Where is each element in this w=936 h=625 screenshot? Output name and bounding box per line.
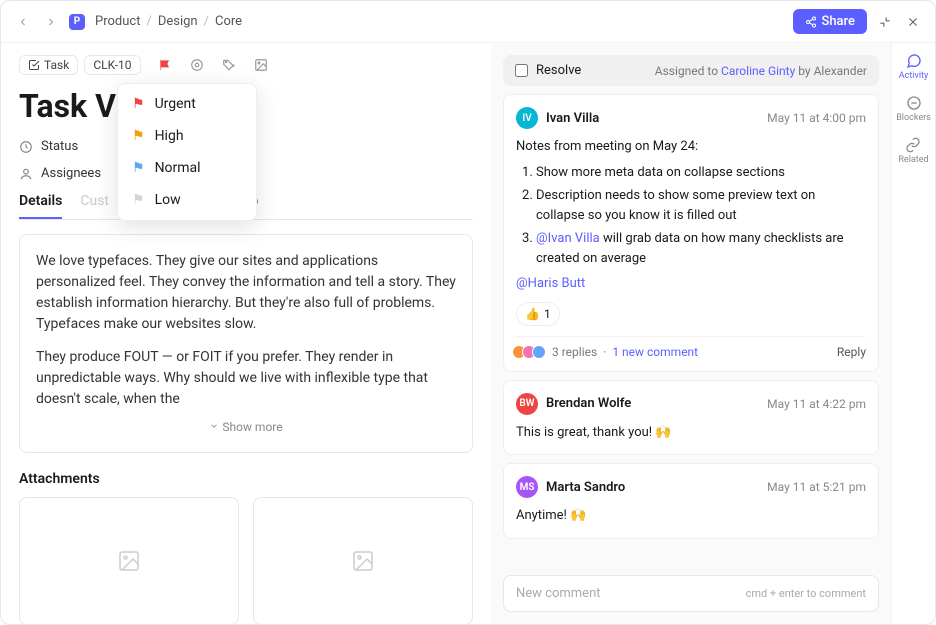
rail-activity[interactable]: Activity	[899, 53, 928, 81]
attachment-placeholder[interactable]	[19, 497, 239, 624]
reply-button[interactable]: Reply	[837, 345, 866, 359]
link-icon	[905, 137, 921, 153]
assignee-link[interactable]: Caroline Ginty	[721, 64, 795, 78]
comment-author[interactable]: Ivan Villa	[546, 111, 599, 126]
flag-icon: ⚑	[132, 128, 145, 144]
attachment-placeholder[interactable]	[253, 497, 473, 624]
comment-body: This is great, thank you! 🙌	[516, 423, 866, 443]
person-icon	[19, 167, 33, 181]
attachments-heading: Attachments	[19, 471, 473, 487]
flag-icon: ⚑	[132, 96, 145, 112]
task-id-chip[interactable]: CLK-10	[84, 55, 140, 75]
comment-card: MS Marta Sandro May 11 at 5:21 pm Anytim…	[503, 463, 879, 539]
keyboard-hint: cmd + enter to comment	[746, 587, 866, 600]
priority-dropdown: ⚑Urgent ⚑High ⚑Normal ⚑Low	[117, 83, 257, 221]
avatar: BW	[516, 393, 538, 415]
comment-time: May 11 at 4:00 pm	[767, 111, 866, 125]
task-toolbar: Task CLK-10	[19, 55, 473, 75]
priority-option-normal[interactable]: ⚑Normal	[118, 152, 256, 184]
share-label: Share	[821, 14, 855, 29]
image-icon[interactable]	[251, 55, 271, 75]
reaction-chip[interactable]: 👍1	[516, 302, 560, 326]
priority-flag-icon[interactable]	[155, 55, 175, 75]
task-type-chip[interactable]: Task	[19, 55, 78, 75]
resolve-label: Resolve	[536, 63, 581, 78]
status-icon	[19, 140, 33, 154]
resolve-bar: Resolve Assigned to Caroline Ginty by Al…	[503, 55, 879, 86]
description-paragraph: They produce FOUT — or FOIT if you prefe…	[36, 347, 456, 410]
new-comment-input[interactable]: New comment cmd + enter to comment	[503, 575, 879, 612]
description-paragraph: We love typefaces. They give our sites a…	[36, 251, 456, 335]
comment-card: BW Brendan Wolfe May 11 at 4:22 pm This …	[503, 380, 879, 456]
close-icon[interactable]	[903, 12, 923, 32]
nav-forward-button[interactable]	[41, 12, 61, 32]
collapse-icon[interactable]	[875, 12, 895, 32]
avatar: MS	[516, 476, 538, 498]
tab-details[interactable]: Details	[19, 193, 62, 219]
avatar: IV	[516, 107, 538, 129]
share-button[interactable]: Share	[793, 9, 867, 34]
comment-body: Notes from meeting on May 24: Show more …	[516, 137, 866, 326]
reply-avatars	[516, 345, 546, 359]
comment-time: May 11 at 5:21 pm	[767, 480, 866, 494]
priority-option-high[interactable]: ⚑High	[118, 120, 256, 152]
tab-custom[interactable]: Cust	[80, 193, 109, 219]
replies-count[interactable]: 3 replies	[552, 345, 597, 359]
blocker-icon	[906, 95, 922, 111]
tag-icon[interactable]	[219, 55, 239, 75]
comment-author[interactable]: Brendan Wolfe	[546, 396, 631, 411]
assigned-to-text: Assigned to Caroline Ginty by Alexander	[655, 64, 867, 78]
breadcrumb-item[interactable]: Product	[95, 14, 140, 29]
priority-option-low[interactable]: ⚑Low	[118, 184, 256, 216]
nav-back-button[interactable]	[13, 12, 33, 32]
breadcrumb[interactable]: P Product / Design / Core	[69, 14, 242, 30]
activity-pane: Resolve Assigned to Caroline Ginty by Al…	[491, 43, 891, 624]
main-content: Task CLK-10 ⚑Urgent ⚑High ⚑Normal ⚑Low T…	[1, 43, 491, 624]
rail-blockers[interactable]: Blockers	[896, 95, 931, 123]
description-box[interactable]: We love typefaces. They give our sites a…	[19, 234, 473, 453]
project-badge-icon: P	[69, 14, 85, 30]
comment-body: Anytime! 🙌	[516, 506, 866, 526]
side-rail: Activity Blockers Related	[891, 43, 935, 624]
resolve-checkbox[interactable]	[515, 64, 528, 77]
new-comment-badge[interactable]: 1 new comment	[612, 345, 698, 359]
flag-icon: ⚑	[132, 192, 145, 208]
rail-related[interactable]: Related	[898, 137, 928, 165]
comment-icon	[906, 53, 922, 69]
priority-option-urgent[interactable]: ⚑Urgent	[118, 88, 256, 120]
comment-card: IV Ivan Villa May 11 at 4:00 pm Notes fr…	[503, 94, 879, 372]
comment-author[interactable]: Marta Sandro	[546, 480, 625, 495]
app-header: P Product / Design / Core Share	[1, 1, 935, 43]
flag-icon: ⚑	[132, 160, 145, 176]
mention-link[interactable]: @Ivan Villa	[536, 231, 600, 246]
breadcrumb-item[interactable]: Core	[215, 14, 242, 29]
show-more-button[interactable]: Show more	[36, 418, 456, 436]
breadcrumb-item[interactable]: Design	[158, 14, 198, 29]
settings-icon[interactable]	[187, 55, 207, 75]
mention-link[interactable]: @Haris Butt	[516, 276, 585, 291]
comment-time: May 11 at 4:22 pm	[767, 397, 866, 411]
